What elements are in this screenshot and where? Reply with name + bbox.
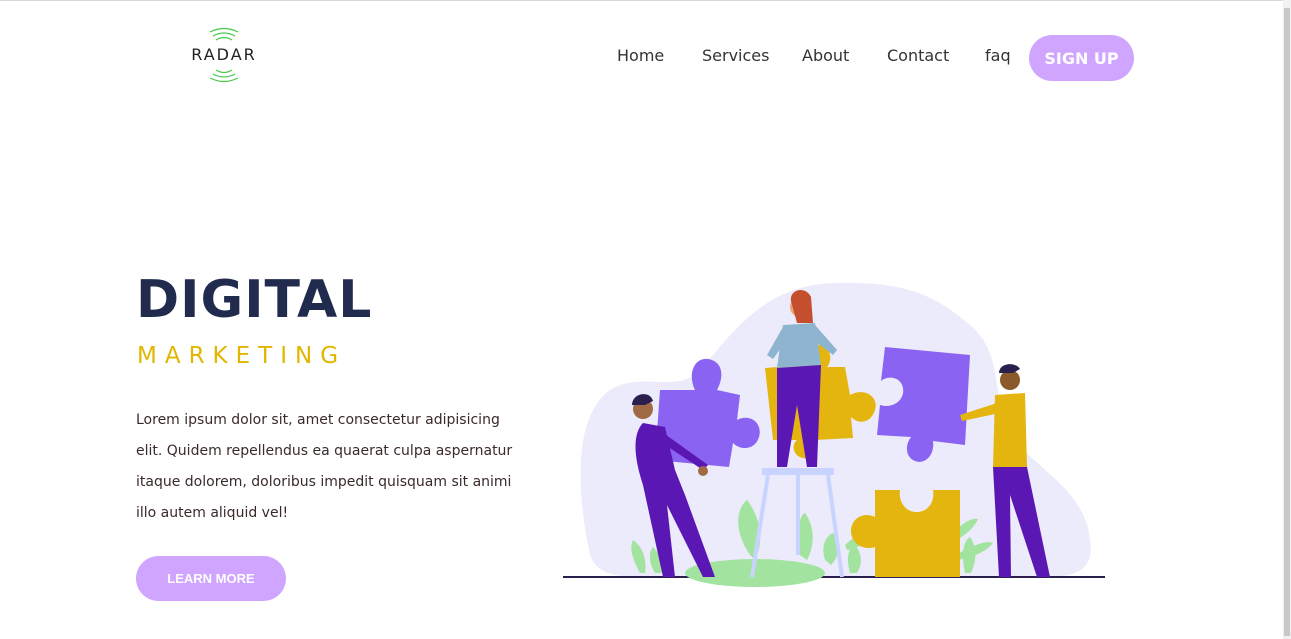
hero-illustration [515, 255, 1155, 625]
nav-item-about[interactable]: About [802, 46, 849, 65]
nav-item-home[interactable]: Home [617, 46, 664, 65]
nav-item-services[interactable]: Services [702, 46, 769, 65]
learn-more-button[interactable]: LEARN MORE [136, 556, 286, 601]
hero-description: Lorem ipsum dolor sit, amet consectetur … [136, 412, 513, 521]
browser-top-border [0, 0, 1291, 1]
scrollbar[interactable] [1283, 0, 1291, 639]
hero-subtitle: MARKETING [137, 343, 347, 369]
hero-title: DIGITAL [136, 270, 373, 330]
logo[interactable]: RADAR [188, 22, 260, 88]
logo-text: RADAR [191, 45, 257, 64]
puzzle-team-illustration [563, 282, 1105, 587]
nav-item-contact[interactable]: Contact [887, 46, 949, 65]
scrollbar-thumb[interactable] [1284, 8, 1290, 636]
sign-up-button[interactable]: SIGN UP [1029, 35, 1134, 81]
nav-item-faq[interactable]: faq [985, 46, 1011, 65]
